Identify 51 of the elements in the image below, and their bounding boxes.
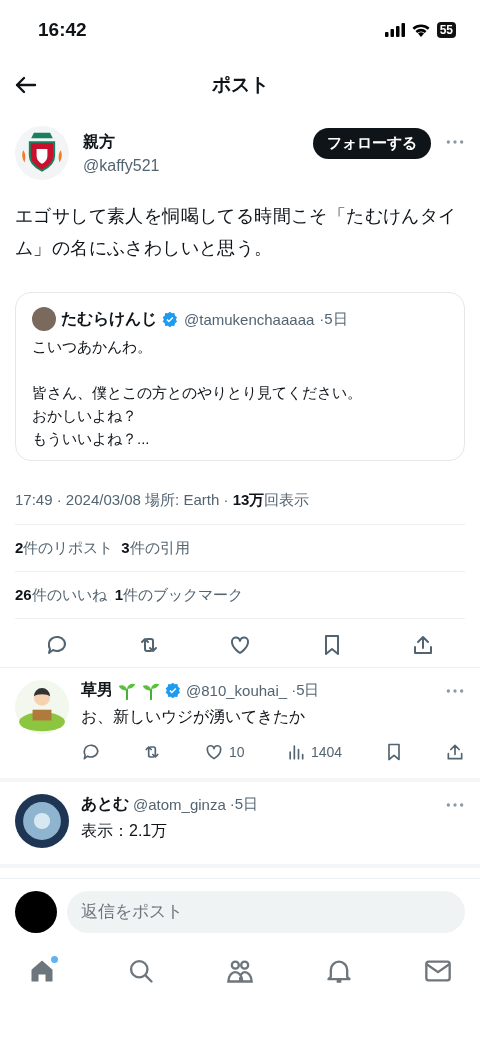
reply-input-field[interactable]: 返信をポスト xyxy=(67,891,465,933)
author-handle: @kaffy521 xyxy=(83,157,161,175)
crest-avatar xyxy=(15,126,69,180)
reply-handle: @atom_ginza xyxy=(133,796,226,813)
disc-avatar xyxy=(15,794,69,848)
reply-time: ·5日 xyxy=(291,681,321,700)
like-button[interactable]: 10 xyxy=(203,742,245,762)
quote-time: ·5日 xyxy=(319,309,348,329)
follow-button[interactable]: フォローする xyxy=(313,128,431,159)
reply-author-name: あとむ xyxy=(81,794,129,814)
action-count: 10 xyxy=(228,744,245,760)
engagement-count[interactable]: 26件のいいね xyxy=(15,586,107,605)
share-button[interactable] xyxy=(411,633,435,657)
user-avatar xyxy=(15,891,57,933)
share-button[interactable] xyxy=(445,742,465,762)
quoted-post-card[interactable]: たむらけんじ @tamukenchaaaaa ·5日 こいつあかんわ。 皆さん、僕とこの方とのやりとり見てください。 おかしいよね？ もういいよね？... xyxy=(15,292,465,461)
clock-time: 16:42 xyxy=(38,19,87,41)
reply-text: 表示：2.1万 xyxy=(81,821,169,841)
share-icon xyxy=(411,633,435,657)
heart-icon xyxy=(228,633,252,657)
quote-text-line: 皆さん、僕とこの方とのやりとり見てください。 xyxy=(32,383,363,403)
speech-bubble-icon xyxy=(81,742,101,762)
quote-text-line: おかしいよね？ xyxy=(32,406,138,426)
person-illustration-avatar xyxy=(15,680,69,734)
reply-time: ·5日 xyxy=(229,795,260,814)
battery-level: 55 xyxy=(436,22,456,38)
action-count: 1404 xyxy=(310,744,343,760)
photo-placeholder xyxy=(32,307,56,331)
signal-icon xyxy=(384,23,405,37)
speech-bubble-icon xyxy=(45,633,69,657)
share-icon xyxy=(445,742,465,762)
author-name: 親方 xyxy=(83,132,116,152)
post-text: エゴサして素人を恫喝してる時間こそ「たむけんタイム」の名にふさわしいと思う。 xyxy=(15,205,458,260)
quote-handle: @tamukenchaaaaa xyxy=(184,310,315,328)
reply-handle: @810_kouhai_ xyxy=(186,682,288,699)
engagement-count[interactable]: 3件の引用 xyxy=(121,539,190,558)
reply-author-name: 草男 xyxy=(81,680,113,700)
views-button[interactable]: 1404 xyxy=(285,742,343,762)
reply-text: お、新しいウジが湧いてきたか xyxy=(81,707,306,727)
search-icon xyxy=(127,957,155,985)
quote-text-line: もういいよね？... xyxy=(32,429,151,449)
engagement-count[interactable]: 1件のブックマーク xyxy=(114,586,244,605)
page-title: ポスト xyxy=(210,73,270,97)
reply-button[interactable] xyxy=(45,633,69,657)
quote-author-name: たむらけんじ xyxy=(61,308,157,329)
wifi-icon xyxy=(410,23,431,37)
engagement-count[interactable]: 2件のリポスト xyxy=(15,539,114,558)
quote-text-line: こいつあかんわ。 xyxy=(32,337,153,357)
post-metadata: 17:49 · 2024/03/08 場所: Earth · 13万回表示 xyxy=(15,491,311,510)
like-button[interactable] xyxy=(228,633,252,657)
reply-button[interactable] xyxy=(81,742,101,762)
